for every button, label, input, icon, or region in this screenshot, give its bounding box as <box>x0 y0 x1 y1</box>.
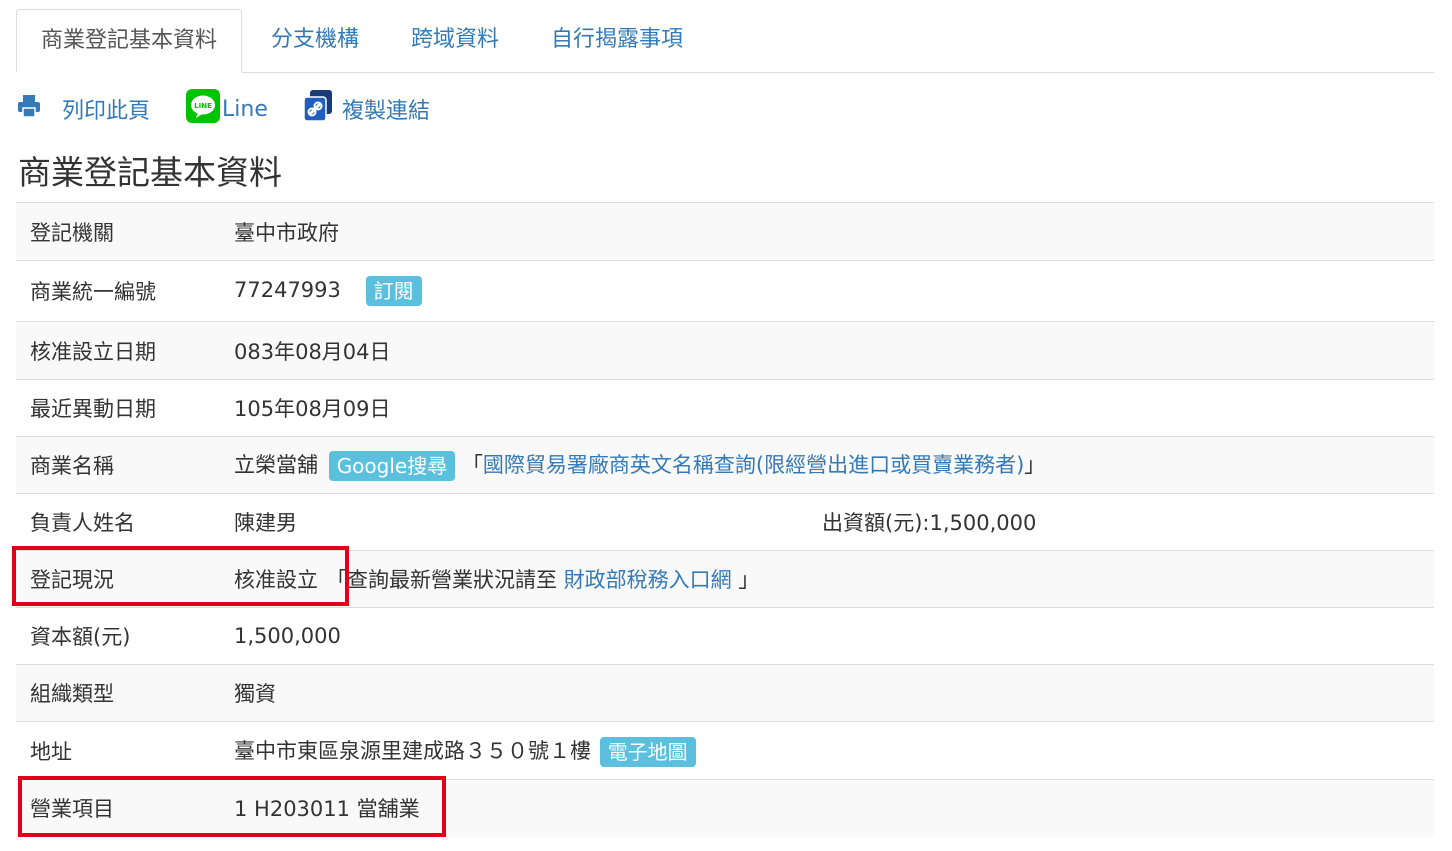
owner-investment: 出資額(元):1,500,000 <box>822 511 1037 535</box>
row-label: 登記機關 <box>16 202 234 261</box>
table-row: 登記機關 臺中市政府 <box>16 202 1434 261</box>
status-value: 核准設立 <box>234 568 318 592</box>
print-label: 列印此頁 <box>62 99 151 124</box>
tab-basic-info[interactable]: 商業登記基本資料 <box>16 9 243 73</box>
line-icon: LINE <box>186 89 220 129</box>
row-label: 資本額(元) <box>16 607 234 665</box>
copy-link-label: 複製連結 <box>342 99 431 124</box>
svg-text:LINE: LINE <box>194 102 212 110</box>
company-id: 77247993 <box>234 278 341 302</box>
table-row: 最近異動日期 105年08月09日 <box>16 379 1434 437</box>
row-value: 獨資 <box>234 664 1434 722</box>
table-row: 商業名稱 立榮當舖 Google搜尋 「國際貿易署廠商英文名稱查詢(限經營出進口… <box>16 436 1434 494</box>
tab-cross-domain[interactable]: 跨域資料 <box>387 9 523 71</box>
row-value: 1 H203011 當舖業 <box>234 779 1434 837</box>
row-label: 核准設立日期 <box>16 321 234 380</box>
row-value: 083年08月04日 <box>234 321 1434 380</box>
table-row: 商業統一編號 77247993 訂閱 <box>16 260 1434 322</box>
google-search-button[interactable]: Google搜尋 <box>328 451 456 481</box>
table-row: 地址 臺中市東區泉源里建成路３５０號１樓 電子地圖 <box>16 721 1434 780</box>
owner-name: 陳建男 <box>234 511 297 535</box>
tab-self-disclosure[interactable]: 自行揭露事項 <box>527 9 707 71</box>
status-note: 「查詢最新營業狀況請至 <box>326 568 564 592</box>
bracket-close: 」 <box>1024 453 1046 477</box>
copy-link-icon <box>302 89 334 129</box>
info-table: 登記機關 臺中市政府 商業統一編號 77247993 訂閱 核准設立日期 083… <box>16 202 1434 837</box>
row-label: 最近異動日期 <box>16 379 234 437</box>
page-title: 商業登記基本資料 <box>18 153 282 192</box>
print-button[interactable]: 列印此頁 <box>16 90 150 128</box>
row-label: 商業名稱 <box>16 436 234 494</box>
line-label: Line <box>222 96 268 122</box>
row-label: 登記現況 <box>16 550 234 608</box>
row-value: 臺中市政府 <box>234 202 1434 261</box>
address-value: 臺中市東區泉源里建成路３５０號１樓 <box>234 738 591 763</box>
tab-bar: 商業登記基本資料 分支機構 跨域資料 自行揭露事項 <box>16 9 1434 73</box>
bracket-open: 「 <box>461 453 483 477</box>
row-label: 營業項目 <box>16 779 234 837</box>
line-share-button[interactable]: LINE Line <box>186 89 268 129</box>
printer-icon <box>16 93 42 125</box>
table-row: 負責人姓名 陳建男 出資額(元):1,500,000 <box>16 493 1434 551</box>
table-row: 登記現況 核准設立 「查詢最新營業狀況請至 財政部稅務入口網 」 <box>16 550 1434 608</box>
row-label: 負責人姓名 <box>16 493 234 551</box>
row-label: 地址 <box>16 721 234 780</box>
status-note-end: 」 <box>731 568 760 592</box>
row-label: 商業統一編號 <box>16 260 234 322</box>
tab-branches[interactable]: 分支機構 <box>247 9 383 71</box>
row-value: 105年08月09日 <box>234 379 1434 437</box>
row-value: 1,500,000 <box>234 607 1434 665</box>
table-row: 資本額(元) 1,500,000 <box>16 607 1434 665</box>
table-row: 組織類型 獨資 <box>16 664 1434 722</box>
table-row: 核准設立日期 083年08月04日 <box>16 321 1434 380</box>
row-label: 組織類型 <box>16 664 234 722</box>
subscribe-button[interactable]: 訂閱 <box>365 276 422 306</box>
table-row: 營業項目 1 H203011 當舖業 <box>16 779 1434 837</box>
map-button[interactable]: 電子地圖 <box>599 736 696 767</box>
copy-link-button[interactable]: 複製連結 <box>302 90 430 128</box>
trade-bureau-link[interactable]: 國際貿易署廠商英文名稱查詢(限經營出進口或買賣業務者) <box>483 453 1024 477</box>
business-name: 立榮當舖 <box>234 453 318 477</box>
tax-portal-link[interactable]: 財政部稅務入口網 <box>564 568 732 592</box>
